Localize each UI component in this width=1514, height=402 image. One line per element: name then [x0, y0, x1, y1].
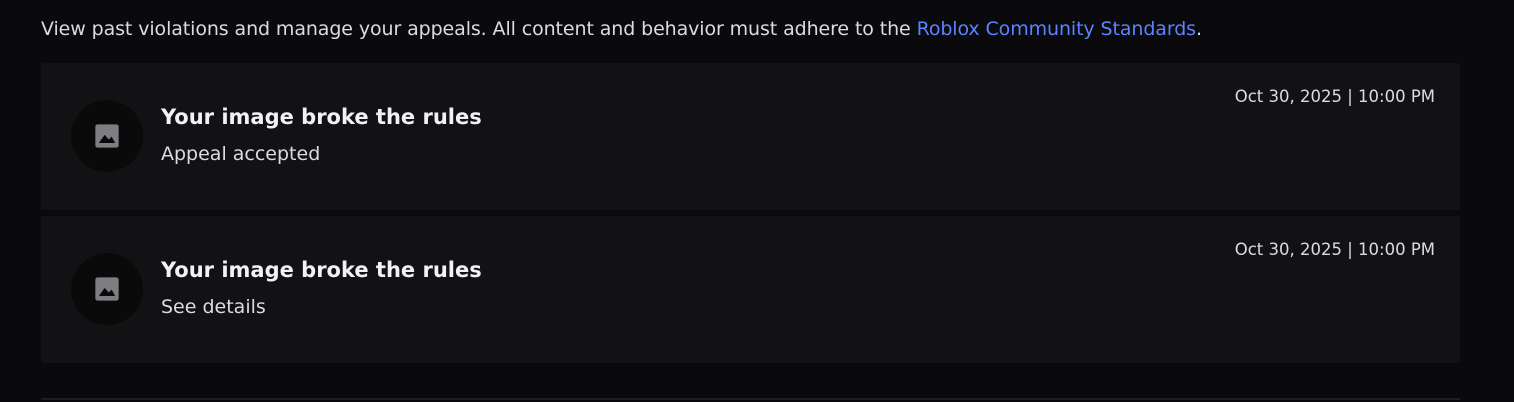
violation-thumbnail	[71, 100, 143, 172]
see-details-link[interactable]: See details	[161, 296, 266, 318]
description-suffix: .	[1195, 18, 1202, 40]
image-icon	[95, 124, 119, 148]
violation-datetime: Oct 30, 2025 | 10:00 PM	[1234, 240, 1435, 259]
violation-thumbnail	[71, 253, 143, 325]
violation-status: Appeal accepted	[161, 143, 321, 165]
section-divider	[41, 398, 1460, 400]
description-text: View past violations and manage your app…	[41, 18, 917, 40]
violation-title: Your image broke the rules	[161, 105, 482, 129]
violation-card[interactable]: Your image broke the rules See details O…	[41, 216, 1460, 363]
community-standards-link[interactable]: Roblox Community Standards	[917, 18, 1196, 40]
violations-description: View past violations and manage your app…	[41, 18, 1202, 40]
image-icon	[95, 277, 119, 301]
violation-card[interactable]: Your image broke the rules Appeal accept…	[41, 63, 1460, 210]
violation-title: Your image broke the rules	[161, 258, 482, 282]
violation-datetime: Oct 30, 2025 | 10:00 PM	[1234, 87, 1435, 106]
